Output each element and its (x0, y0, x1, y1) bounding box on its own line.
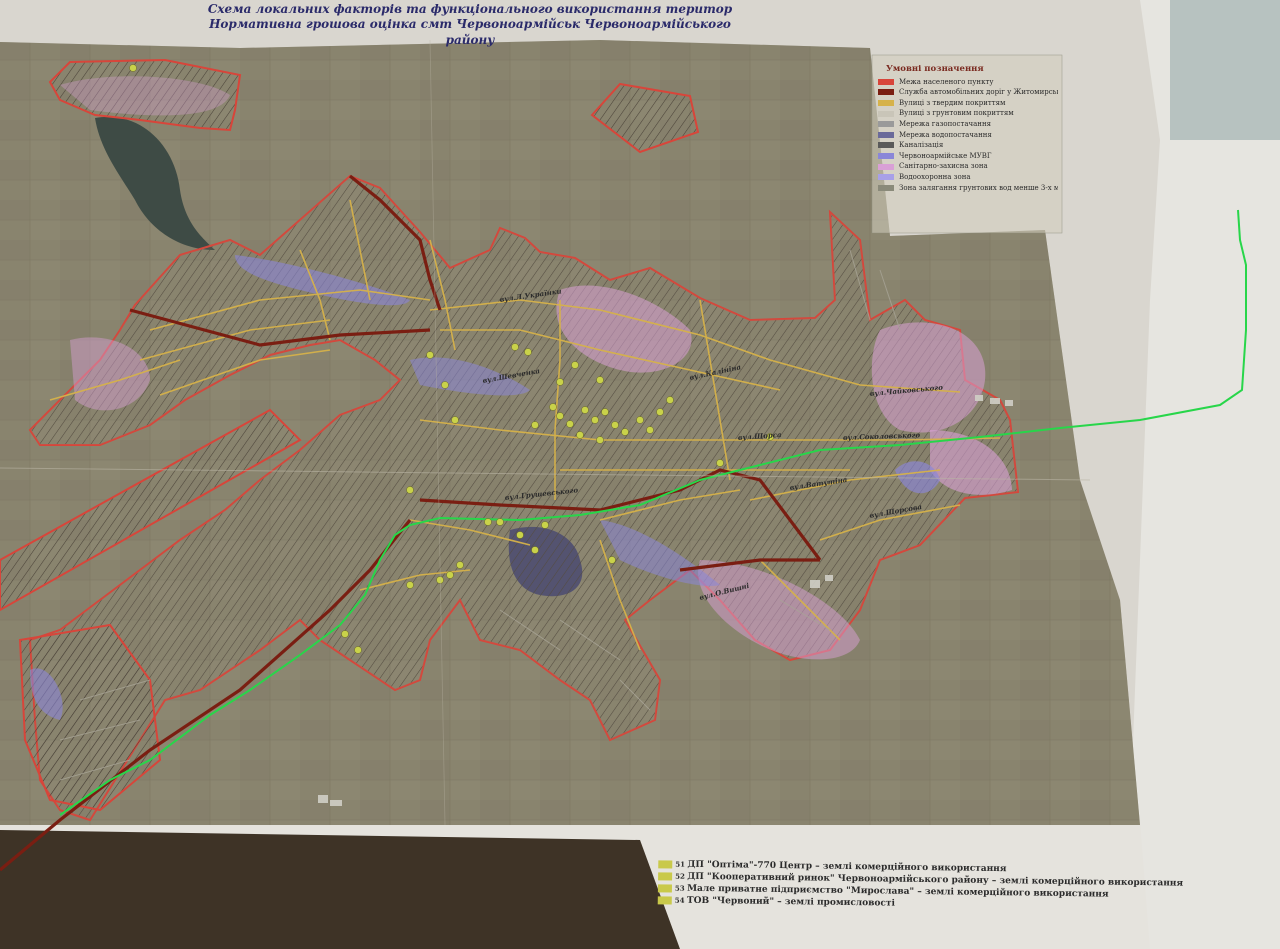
legend-title: Умовні позначення (886, 64, 984, 74)
legend-item: Служба автомобільних доріг у Житомирські… (878, 87, 1058, 98)
legend-item: Водоохоронна зона (878, 172, 1058, 183)
parcel-code: 54 (674, 895, 688, 905)
legend-swatch (878, 89, 894, 96)
legend-item: Зона залягання грунтових вод менше 3-х м… (878, 183, 1058, 194)
parcel-code: 51 (675, 859, 688, 869)
parcel-code-badge (657, 895, 672, 905)
legend-item: Межа населеного пункту (878, 77, 1058, 88)
legend-swatch (878, 121, 894, 128)
map-photo: вул.Грушевського вул.Шевченка вул.Щорса вул… (0, 0, 1280, 949)
legend-label: Санітарно-захисна зона (899, 162, 988, 171)
legend-label: Зона залягання грунтових вод менше 3-х м… (899, 183, 1058, 192)
legend-item: Санітарно-захисна зона (878, 161, 1058, 172)
legend-label: Служба автомобільних доріг у Житомирські… (899, 88, 1058, 97)
parcel-code-badge (658, 859, 673, 869)
legend-item: Мережа газопостачання (878, 119, 1058, 130)
legend-label: Межа населеного пункту (899, 77, 994, 86)
parcel-code: 52 (675, 871, 688, 881)
legend-label: Мережа водопостачання (899, 130, 992, 139)
map-title-line-2: Нормативна грошова оцінка смт Червоноарм… (209, 17, 731, 47)
legend-item: Червоноармійське МУВГ (878, 151, 1058, 162)
legend-item: Вулиці з грунтовим покриттям (878, 108, 1058, 119)
map-canvas: вул.Грушевськоговул.Шевченкавул.Щорсавул… (0, 0, 1280, 949)
parcel-code: 53 (674, 883, 688, 893)
legend-swatch (878, 163, 894, 170)
legend-label: Вулиці з твердим покриттям (899, 98, 1006, 107)
legend-swatch (878, 153, 894, 160)
legend-swatch (878, 174, 894, 181)
legend-label: Мережа газопостачання (899, 119, 992, 128)
legend-label: Червоноармійське МУВГ (899, 151, 992, 160)
legend-swatch (878, 78, 894, 85)
legend-label: Водоохоронна зона (899, 172, 971, 181)
legend-swatch (878, 100, 894, 107)
bottom-legend: 51 ДП "Оптіма"-770 Центр – землі комерці… (657, 858, 1184, 913)
parcel-description: ТОВ "Червоний" – землі промисловості (686, 895, 895, 909)
legend-swatch (878, 142, 894, 149)
parcel-code-badge (658, 871, 673, 881)
legend-label: Каналізація (899, 141, 944, 150)
legend-item: Каналізація (878, 140, 1058, 151)
legend-swatch (878, 131, 894, 138)
parcel-code-badge (657, 883, 673, 893)
legend-item: Мережа водопостачання (878, 130, 1058, 141)
legend-item: Вулиці з твердим покриттям (878, 98, 1058, 109)
legend-swatch (878, 110, 894, 117)
map-legend: Умовні позначення Межа населеного пункту… (878, 64, 1058, 193)
legend-swatch (878, 184, 894, 191)
map-title-line-1: Схема локальних факторів та функціональн… (207, 2, 733, 16)
legend-label: Вулиці з грунтовим покриттям (899, 109, 1014, 118)
